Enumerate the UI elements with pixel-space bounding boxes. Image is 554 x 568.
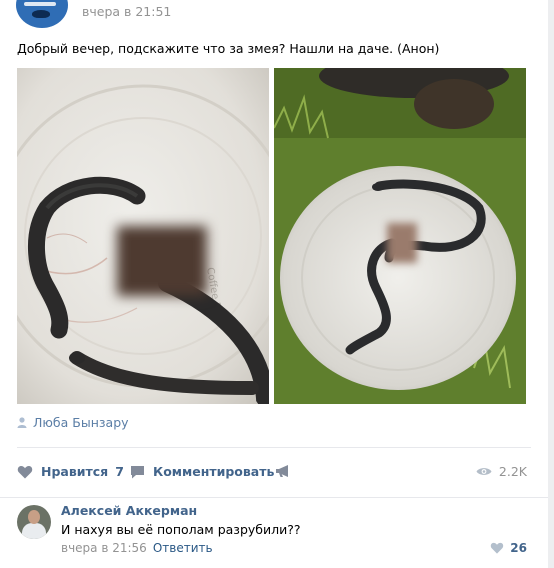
heart-icon xyxy=(17,465,33,478)
comment-time[interactable]: вчера в 21:56 xyxy=(61,541,147,555)
comment-button[interactable]: Комментировать xyxy=(130,464,274,479)
comment-author[interactable]: Алексей Аккерман xyxy=(61,503,197,518)
post-author[interactable]: Люба Бынзару xyxy=(17,415,129,430)
post-actions: Нравится 7 Комментировать 2.2K xyxy=(17,464,531,482)
divider xyxy=(17,447,531,448)
comment-icon xyxy=(131,465,144,478)
like-count: 7 xyxy=(115,464,124,479)
megaphone-icon xyxy=(276,465,288,477)
post-time[interactable]: вчера в 21:51 xyxy=(82,4,171,19)
comment-text: И нахуя вы её пополам разрубили?? xyxy=(61,522,301,537)
photo-1-image: Coffee Plus xyxy=(17,68,269,404)
comment-meta: вчера в 21:56 Ответить xyxy=(61,541,213,555)
like-button[interactable]: Нравится 7 xyxy=(17,464,124,479)
avatar-label-stripe xyxy=(24,2,56,6)
heart-icon xyxy=(491,542,504,554)
avatar-body xyxy=(22,523,46,539)
post-card: вчера в 21:51 Добрый вечер, подскажите ч… xyxy=(0,0,548,568)
snake-photo-1[interactable]: Coffee Plus xyxy=(17,68,269,404)
comment-like-button[interactable]: 26 xyxy=(490,541,527,555)
comment-label: Комментировать xyxy=(153,464,275,479)
divider xyxy=(0,497,548,498)
community-avatar[interactable] xyxy=(16,0,68,28)
avatar-shape xyxy=(32,10,50,18)
post-author-name: Люба Бынзару xyxy=(33,415,129,430)
post-text: Добрый вечер, подскажите что за змея? На… xyxy=(17,41,440,56)
reply-button[interactable]: Ответить xyxy=(153,541,213,555)
photo-2-image xyxy=(274,68,526,404)
snake-photo-2[interactable] xyxy=(274,68,526,404)
avatar-head xyxy=(28,510,40,524)
eye-icon xyxy=(476,468,492,475)
person-icon xyxy=(17,417,27,428)
page-background-edge xyxy=(548,0,554,568)
views-counter: 2.2K xyxy=(476,464,527,479)
comment-like-count: 26 xyxy=(510,541,527,555)
like-label: Нравится xyxy=(41,464,109,479)
comment-avatar[interactable] xyxy=(17,505,51,539)
views-count: 2.2K xyxy=(498,464,527,479)
share-button[interactable] xyxy=(275,464,299,478)
